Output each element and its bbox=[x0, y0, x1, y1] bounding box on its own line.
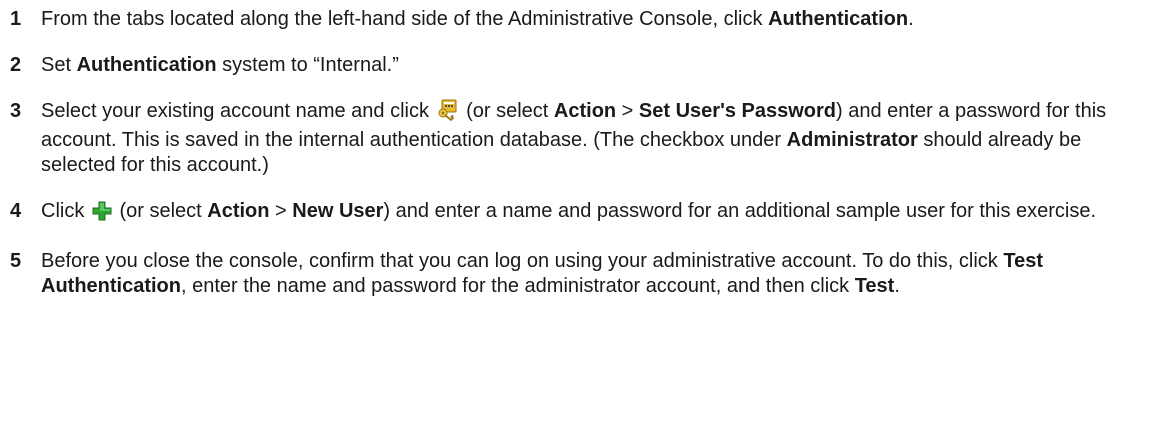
step-text: Click (or select Action > New User) and … bbox=[41, 199, 1160, 228]
step-text-segment: Click bbox=[41, 200, 90, 222]
step-text-segment: Set bbox=[41, 54, 77, 76]
step-number: 5 bbox=[10, 250, 22, 272]
step-text: Select your existing account name and cl… bbox=[41, 99, 1160, 178]
step-text-segment: Before you close the console, confirm th… bbox=[41, 250, 1004, 272]
step-text-segment: , enter the name and password for the ad… bbox=[181, 275, 855, 297]
step-text-segment: Select your existing account name and cl… bbox=[41, 100, 435, 122]
step-2: 2 Set Authentication system to “Internal… bbox=[10, 53, 1160, 78]
menu-term-new-user: New User bbox=[292, 200, 384, 222]
ui-term-administrator: Administrator bbox=[786, 129, 918, 151]
menu-term-action: Action bbox=[553, 100, 617, 122]
step-number: 1 bbox=[10, 8, 22, 30]
step-text-segment: (or select bbox=[460, 100, 554, 122]
step-text-segment: From the tabs located along the left-han… bbox=[41, 8, 769, 30]
step-text-segment: . bbox=[908, 8, 914, 30]
step-1: 1 From the tabs located along the left-h… bbox=[10, 7, 1160, 32]
step-text-segment: . bbox=[894, 275, 900, 297]
step-text-segment: system to “Internal.” bbox=[216, 54, 399, 76]
step-text-segment: > bbox=[269, 200, 293, 222]
step-text-segment: ) and enter a name and password for an a… bbox=[383, 200, 1097, 222]
menu-term-set-users-password: Set User's Password bbox=[638, 100, 836, 122]
step-text: Set Authentication system to “Internal.” bbox=[41, 53, 1160, 78]
step-4: 4 Click (or select Action > New User) an… bbox=[10, 199, 1160, 228]
ui-term-authentication: Authentication bbox=[76, 54, 217, 76]
instruction-steps: 1 From the tabs located along the left-h… bbox=[10, 7, 1160, 299]
step-text: From the tabs located along the left-han… bbox=[41, 7, 1160, 32]
set-password-icon bbox=[437, 99, 459, 128]
ui-term-authentication: Authentication bbox=[768, 8, 909, 30]
step-number: 2 bbox=[10, 54, 22, 76]
step-text-segment: (or select bbox=[113, 200, 208, 222]
step-number: 4 bbox=[10, 200, 22, 222]
new-user-plus-icon bbox=[92, 201, 112, 228]
step-number: 3 bbox=[10, 100, 22, 122]
menu-term-action: Action bbox=[207, 200, 270, 222]
step-3: 3 Select your existing account name and … bbox=[10, 99, 1160, 178]
ui-term-test: Test bbox=[854, 275, 895, 297]
step-text: Before you close the console, confirm th… bbox=[41, 249, 1160, 299]
step-text-segment: > bbox=[616, 100, 639, 122]
step-5: 5 Before you close the console, confirm … bbox=[10, 249, 1160, 299]
